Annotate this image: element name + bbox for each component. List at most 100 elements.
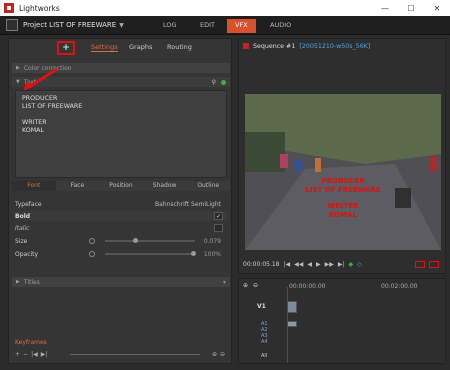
tab-position[interactable]: Position bbox=[99, 181, 143, 191]
tab-face[interactable]: Face bbox=[56, 181, 100, 191]
viewer-header: Sequence #1 [20051210-w50s_56K] bbox=[239, 39, 445, 53]
play-icon[interactable]: ▶ bbox=[316, 261, 321, 268]
app-menubar: Project LIST OF FREEWARE ▼ LOG EDIT VFX … bbox=[0, 16, 450, 35]
overlay-text-writer: WRITER bbox=[327, 202, 359, 210]
project-title: Project LIST OF FREEWARE bbox=[23, 21, 117, 29]
mark-out-icon[interactable]: ◇ bbox=[357, 261, 362, 268]
step-back-icon[interactable]: ◀ bbox=[307, 261, 312, 268]
ruler-time-start: 00:00:00.00 bbox=[289, 283, 326, 290]
tab-shadow[interactable]: Shadow bbox=[143, 181, 187, 191]
typeface-select[interactable]: Bahnschrift SemiLight bbox=[155, 201, 221, 208]
maximize-button[interactable]: ☐ bbox=[398, 0, 424, 16]
italic-row: Italic bbox=[15, 223, 227, 233]
chevron-down-icon[interactable]: ▾ bbox=[223, 279, 226, 286]
tab-log[interactable]: LOG bbox=[155, 19, 185, 33]
text-line: PRODUCER bbox=[22, 95, 58, 102]
expand-triangle-icon: ▶ bbox=[16, 279, 20, 285]
tab-edit[interactable]: EDIT bbox=[192, 19, 223, 33]
record-indicator-icon bbox=[243, 43, 249, 49]
enabled-indicator-icon[interactable] bbox=[221, 79, 226, 85]
tab-outline[interactable]: Outline bbox=[186, 181, 230, 191]
next-keyframe-icon[interactable]: ▶| bbox=[41, 351, 48, 358]
video-preview[interactable]: PRODUCER LIST OF FREEWARE WRITER KOMAL bbox=[245, 94, 441, 250]
timeline-ruler[interactable]: 00:00:00.00 00:02:00.00 bbox=[281, 283, 445, 293]
add-effect-button[interactable]: + bbox=[57, 41, 75, 55]
track-v1[interactable]: V1 bbox=[257, 303, 266, 310]
timeline-playhead[interactable] bbox=[287, 287, 288, 363]
zoom-out-icon[interactable]: ⊖ bbox=[220, 351, 225, 358]
fullscreen-icon[interactable] bbox=[429, 260, 439, 268]
link-icon[interactable]: ⚲ bbox=[212, 79, 216, 86]
bold-row: Bold ✓ bbox=[15, 211, 227, 221]
effects-panel: + Settings Graphs Routing ▶ Color correc… bbox=[8, 38, 232, 364]
keyframes-controls: + − |◀ ▶| ⊕ ⊖ bbox=[15, 349, 227, 359]
text-line: KOMAL bbox=[22, 127, 44, 134]
fast-forward-icon[interactable]: ▶▶ bbox=[325, 261, 334, 268]
remove-keyframe-icon[interactable]: − bbox=[23, 351, 28, 358]
mark-in-icon[interactable]: ◆ bbox=[349, 261, 354, 268]
window-title: Lightworks bbox=[19, 3, 60, 13]
go-to-start-icon[interactable]: |◀ bbox=[284, 261, 291, 268]
text-line: WRITER bbox=[22, 119, 47, 126]
keyframe-toggle-icon[interactable] bbox=[89, 238, 95, 244]
slider-knob[interactable] bbox=[191, 251, 196, 256]
overlay-text-list: LIST OF FREEWARE bbox=[305, 186, 381, 194]
bold-label: Bold bbox=[15, 212, 31, 220]
font-tabs: Font Face Position Shadow Outline bbox=[12, 181, 230, 191]
tab-font[interactable]: Font bbox=[12, 181, 56, 191]
section-label: Titles bbox=[23, 278, 40, 286]
opacity-value: 100% bbox=[203, 250, 221, 258]
bold-checkbox[interactable]: ✓ bbox=[214, 212, 223, 220]
effects-header: + Settings Graphs Routing bbox=[9, 39, 231, 57]
opacity-row: Opacity 100% bbox=[15, 249, 227, 259]
audio-clip[interactable] bbox=[287, 321, 297, 327]
video-clip[interactable] bbox=[287, 301, 297, 313]
timeline-panel: ⊕ ⊖ 00:00:00.00 00:02:00.00 V1 A1 A2 A3 … bbox=[238, 278, 446, 364]
italic-checkbox[interactable] bbox=[214, 224, 223, 232]
track-a4[interactable]: A4 bbox=[261, 339, 268, 345]
clip-name: [20051210-w50s_56K] bbox=[299, 42, 371, 50]
collapse-triangle-icon: ▼ bbox=[16, 79, 20, 85]
section-titles[interactable]: ▶ Titles ▾ bbox=[12, 277, 230, 287]
ruler-time-end: 00:02:00.00 bbox=[381, 283, 418, 290]
zoom-in-icon[interactable]: ⊕ bbox=[243, 282, 248, 289]
text-content-field[interactable]: PRODUCER LIST OF FREEWARE WRITER KOMAL bbox=[15, 90, 227, 178]
zoom-out-icon[interactable]: ⊖ bbox=[253, 282, 258, 289]
viewer-panel: Sequence #1 [20051210-w50s_56K] PRODUCER… bbox=[238, 38, 446, 274]
slider-knob[interactable] bbox=[133, 238, 138, 243]
minimize-button[interactable]: — bbox=[372, 0, 398, 16]
track-all[interactable]: All bbox=[261, 353, 267, 359]
typeface-label: Typeface bbox=[15, 200, 42, 208]
opacity-slider[interactable] bbox=[105, 251, 196, 256]
safe-area-icon[interactable] bbox=[415, 260, 425, 268]
close-button[interactable]: ✕ bbox=[424, 0, 450, 16]
transport-controls: 00:00:05.18 |◀ ◀◀ ◀ ▶ ▶▶ ▶| ◆ ◇ bbox=[243, 259, 443, 269]
size-slider[interactable] bbox=[105, 238, 195, 243]
keyframes-label: Keyframes bbox=[15, 339, 47, 346]
keyframe-toggle-icon[interactable] bbox=[89, 251, 95, 257]
keyframe-track[interactable] bbox=[70, 354, 200, 355]
size-label: Size bbox=[15, 237, 28, 245]
tab-graphs[interactable]: Graphs bbox=[129, 43, 152, 51]
go-to-end-icon[interactable]: ▶| bbox=[338, 261, 345, 268]
lightworks-logo-icon bbox=[6, 19, 18, 31]
chevron-down-icon: ▼ bbox=[119, 21, 124, 29]
size-value: 0.079 bbox=[203, 237, 221, 245]
window-titlebar: Lightworks — ☐ ✕ bbox=[0, 0, 450, 16]
add-keyframe-icon[interactable]: + bbox=[15, 351, 20, 358]
text-line bbox=[22, 111, 220, 119]
prev-keyframe-icon[interactable]: |◀ bbox=[31, 351, 38, 358]
video-frame-image bbox=[245, 94, 441, 250]
zoom-in-icon[interactable]: ⊕ bbox=[212, 351, 217, 358]
tab-routing[interactable]: Routing bbox=[167, 43, 192, 51]
expand-triangle-icon: ▶ bbox=[16, 65, 20, 71]
tab-settings[interactable]: Settings bbox=[91, 43, 118, 52]
tab-vfx[interactable]: VFX bbox=[227, 19, 256, 33]
timecode[interactable]: 00:00:05.18 bbox=[243, 261, 280, 268]
rewind-icon[interactable]: ◀◀ bbox=[294, 261, 303, 268]
text-line: LIST OF FREEWARE bbox=[22, 103, 83, 110]
project-menu[interactable]: Project LIST OF FREEWARE ▼ bbox=[6, 19, 124, 31]
sequence-name: Sequence #1 bbox=[253, 42, 296, 50]
tab-audio[interactable]: AUDIO bbox=[262, 19, 299, 33]
lightworks-app-icon bbox=[4, 3, 14, 13]
